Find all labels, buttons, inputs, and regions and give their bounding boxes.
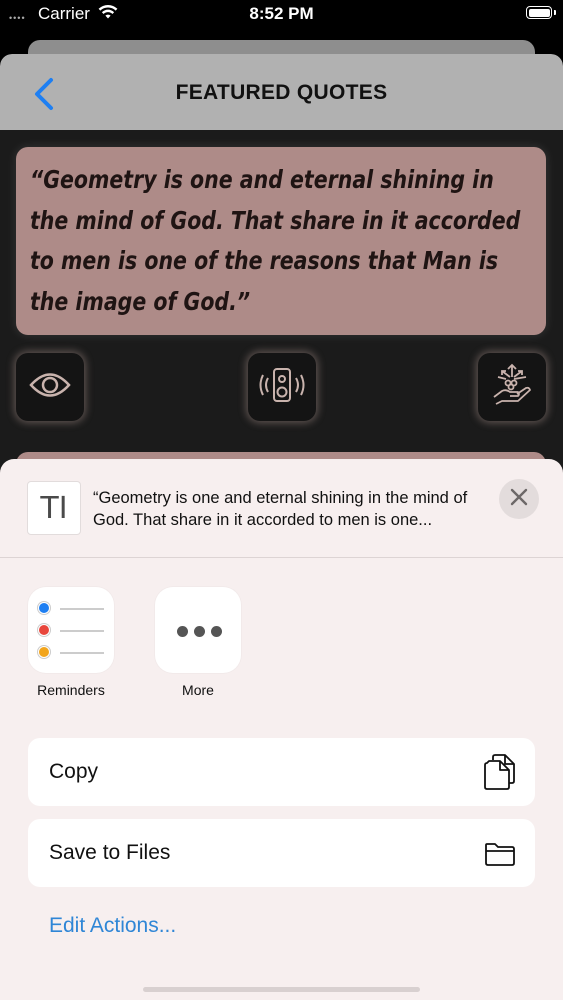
battery-icon <box>526 6 552 19</box>
save-to-files-action[interactable]: Save to Files <box>28 819 535 887</box>
share-button[interactable] <box>478 353 546 421</box>
app-tile-label: Reminders <box>37 682 105 698</box>
share-sheet-header: TI “Geometry is one and eternal shining … <box>0 459 563 557</box>
reminders-icon <box>28 587 114 673</box>
text-document-icon: TI <box>27 481 81 535</box>
view-button[interactable] <box>16 353 84 421</box>
status-bar: •••• Carrier 8:52 PM <box>0 0 563 30</box>
reminder-row <box>38 624 106 638</box>
folder-icon <box>483 835 517 871</box>
eye-icon <box>28 370 72 405</box>
close-icon <box>510 488 528 511</box>
battery-tip <box>554 10 556 15</box>
speaker-icon <box>257 365 307 410</box>
copy-label: Copy <box>49 760 99 783</box>
navigation-bar: FEATURED QUOTES <box>0 54 563 130</box>
app-tile-more[interactable]: More <box>155 587 241 698</box>
status-time: 8:52 PM <box>249 4 314 23</box>
save-to-files-label: Save to Files <box>49 841 171 864</box>
share-preview-text: “Geometry is one and eternal shining in … <box>93 489 468 529</box>
more-icon <box>155 587 241 673</box>
divider <box>0 557 563 558</box>
text-document-glyph: TI <box>40 490 68 526</box>
share-hand-icon <box>490 363 534 412</box>
home-indicator[interactable] <box>143 987 420 992</box>
quote-text: “Geometry is one and eternal shining in … <box>30 165 521 316</box>
reminder-row <box>38 602 106 616</box>
share-sheet: TI “Geometry is one and eternal shining … <box>0 459 563 1000</box>
page-title: FEATURED QUOTES <box>175 81 388 104</box>
app-tile-label: More <box>182 682 214 698</box>
app-tile-reminders[interactable]: Reminders <box>28 587 114 698</box>
copy-icon <box>483 754 517 790</box>
speak-button[interactable] <box>248 353 316 421</box>
reminder-row <box>38 646 106 660</box>
edit-actions-link[interactable]: Edit Actions... <box>49 914 176 938</box>
close-button[interactable] <box>499 479 539 519</box>
copy-action[interactable]: Copy <box>28 738 535 806</box>
quote-card: “Geometry is one and eternal shining in … <box>16 147 546 335</box>
